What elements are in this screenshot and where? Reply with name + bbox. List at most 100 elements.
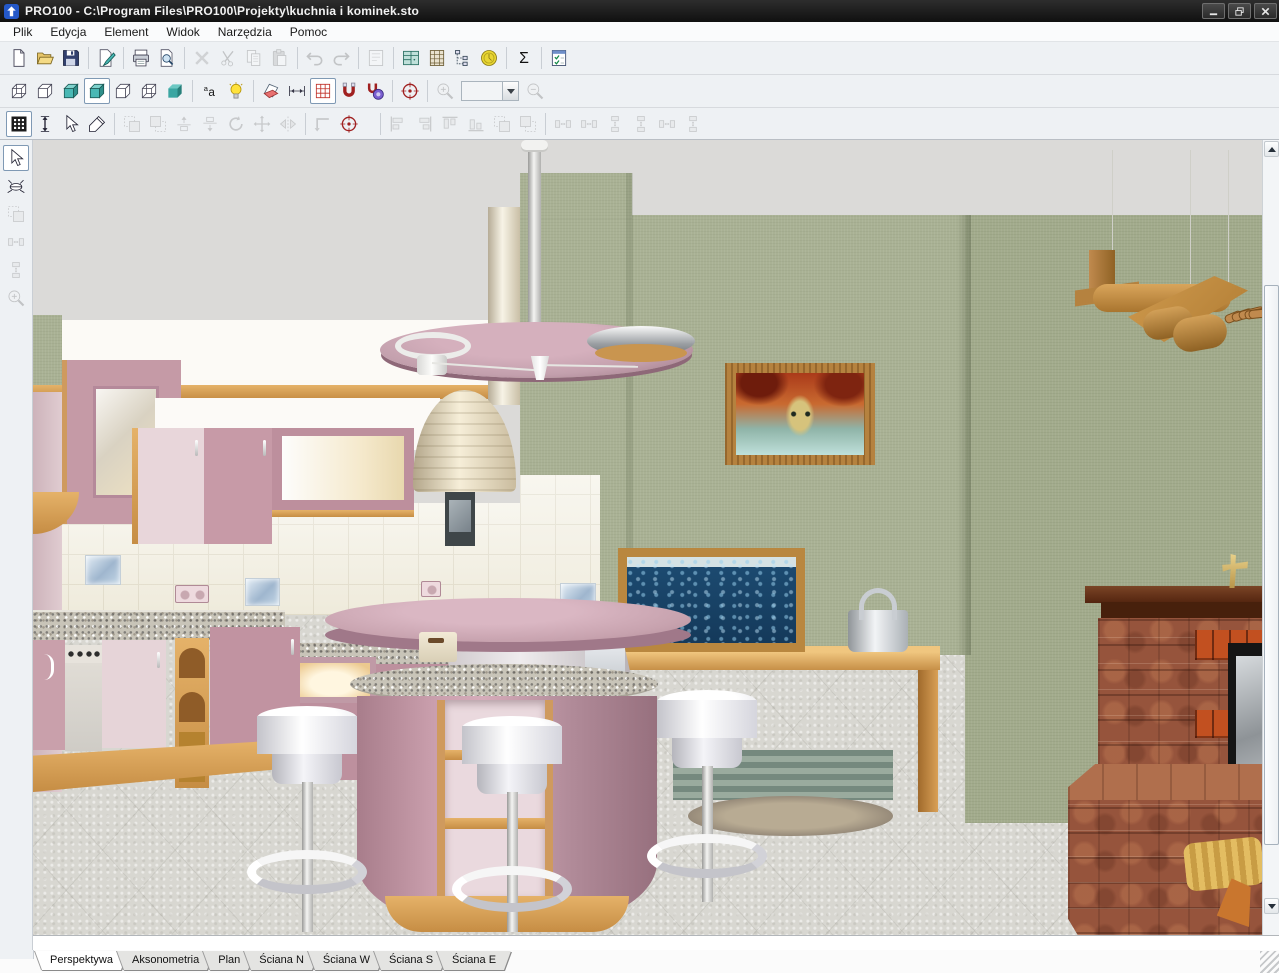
- toolbar-separator: [506, 47, 507, 69]
- bar-counter-top[interactable]: [325, 598, 691, 642]
- tab-ściana-e[interactable]: Ściana E: [444, 951, 504, 970]
- restore-button[interactable]: [1228, 3, 1251, 19]
- tab-label: Ściana S: [381, 951, 441, 969]
- dishwasher[interactable]: [65, 663, 102, 751]
- undo-button: [302, 45, 328, 71]
- rotation-center-button[interactable]: [336, 111, 362, 137]
- rug[interactable]: [688, 796, 893, 836]
- tab-aksonometria[interactable]: Aksonometria: [124, 951, 207, 970]
- cut-icon: [218, 48, 238, 68]
- draw-element-button[interactable]: [84, 111, 110, 137]
- decor-tile: [245, 578, 280, 606]
- light-tool-button[interactable]: [3, 173, 29, 199]
- print-preview-button[interactable]: [154, 45, 180, 71]
- toolbar-separator: [380, 113, 381, 135]
- grid-button[interactable]: [310, 78, 336, 104]
- tab-ściana-w[interactable]: Ściana W: [315, 951, 378, 970]
- chevron-down-icon[interactable]: [502, 82, 518, 100]
- menu-edycja[interactable]: Edycja: [41, 23, 95, 41]
- oak-trim: [272, 510, 414, 517]
- minimize-button[interactable]: [1202, 3, 1225, 19]
- shelf-cubby: [179, 648, 205, 678]
- tab-ściana-n[interactable]: Ściana N: [251, 951, 312, 970]
- pointer-tool-button[interactable]: [3, 145, 29, 171]
- bar-oak-post: [437, 700, 445, 898]
- close-button[interactable]: [1254, 3, 1277, 19]
- tab-plan[interactable]: Plan: [210, 951, 248, 970]
- toolbar-separator: [114, 113, 115, 135]
- frosted-glass-cabinet[interactable]: [272, 428, 414, 510]
- vertical-scrollbar[interactable]: [1262, 140, 1279, 935]
- move-vertical-button[interactable]: [32, 111, 58, 137]
- tab-label: Ściana N: [251, 951, 312, 969]
- calculation-button[interactable]: [511, 45, 537, 71]
- scroll-up-button[interactable]: [1264, 141, 1279, 157]
- toolbar-separator: [427, 80, 428, 102]
- zoom-level-value: [462, 82, 502, 100]
- toolbar-separator: [88, 47, 89, 69]
- save-project-button[interactable]: [58, 45, 84, 71]
- print-button[interactable]: [128, 45, 154, 71]
- save-project-icon: [61, 48, 81, 68]
- firewood[interactable]: [1183, 836, 1262, 892]
- show-dimensions-button[interactable]: [284, 78, 310, 104]
- show-descriptions-button[interactable]: [197, 78, 223, 104]
- scrollbar-thumb[interactable]: [1264, 285, 1279, 845]
- materials-library-button[interactable]: [424, 45, 450, 71]
- print-preview-icon: [157, 48, 177, 68]
- hearth-bench-top[interactable]: [1068, 764, 1262, 804]
- built-in-appliance[interactable]: [445, 492, 475, 546]
- toolbar-separator: [393, 47, 394, 69]
- project-structure-button[interactable]: [450, 45, 476, 71]
- menu-plik[interactable]: Plik: [4, 23, 41, 41]
- tab-ściana-s[interactable]: Ściana S: [381, 951, 441, 970]
- tab-perspektywa[interactable]: Perspektywa: [42, 951, 121, 970]
- view-wireframe-button[interactable]: [6, 78, 32, 104]
- mantel-shelf[interactable]: [1085, 586, 1262, 603]
- corner-cabinet-door[interactable]: [33, 640, 65, 750]
- menu-pomoc[interactable]: Pomoc: [281, 23, 336, 41]
- show-textures-icon: [261, 81, 281, 101]
- view-colors-button[interactable]: [58, 78, 84, 104]
- sideboard-leg: [918, 670, 938, 812]
- lamp-ceiling-cap: [521, 140, 548, 150]
- open-project-button[interactable]: [32, 45, 58, 71]
- project-structure-icon: [453, 48, 473, 68]
- edit-properties-button[interactable]: [93, 45, 119, 71]
- center-projection-button[interactable]: [397, 78, 423, 104]
- menu-narzędzia[interactable]: Narzędzia: [209, 23, 281, 41]
- move-button: [249, 111, 275, 137]
- pro100-window: PRO100 - C:\Program Files\PRO100\Projekt…: [0, 0, 1279, 973]
- view-hidden-lines-button[interactable]: [136, 78, 162, 104]
- price-list-button[interactable]: [476, 45, 502, 71]
- report-button[interactable]: [546, 45, 572, 71]
- show-textures-button[interactable]: [258, 78, 284, 104]
- new-project-icon: [9, 48, 29, 68]
- view-contours-button[interactable]: [110, 78, 136, 104]
- left-wall: [33, 315, 62, 392]
- selection-mode-button[interactable]: [6, 111, 32, 137]
- copy-button: [241, 45, 267, 71]
- toolbar-separator: [253, 80, 254, 102]
- coffee-machine[interactable]: [419, 632, 457, 662]
- view-sketch-button[interactable]: [32, 78, 58, 104]
- snap-button[interactable]: [336, 78, 362, 104]
- pointer-button[interactable]: [58, 111, 84, 137]
- align-bottom-button: [463, 111, 489, 137]
- upper-cabinet-door[interactable]: [138, 428, 204, 544]
- snap-to-objects-button[interactable]: [362, 78, 388, 104]
- new-project-button[interactable]: [6, 45, 32, 71]
- upper-cabinet-door[interactable]: [204, 428, 272, 544]
- base-cabinet-door[interactable]: [102, 640, 166, 748]
- furniture-library-button[interactable]: [398, 45, 424, 71]
- view-textures-button[interactable]: [84, 78, 110, 104]
- wall-picture[interactable]: [725, 363, 875, 465]
- scroll-down-button[interactable]: [1264, 898, 1279, 914]
- view-shaded-button[interactable]: [162, 78, 188, 104]
- zoom-level-combo[interactable]: [461, 81, 519, 101]
- menu-widok[interactable]: Widok: [157, 23, 208, 41]
- menu-element[interactable]: Element: [95, 23, 157, 41]
- design-viewport[interactable]: [33, 140, 1262, 935]
- resize-grip[interactable]: [1260, 951, 1279, 973]
- lighting-button[interactable]: [223, 78, 249, 104]
